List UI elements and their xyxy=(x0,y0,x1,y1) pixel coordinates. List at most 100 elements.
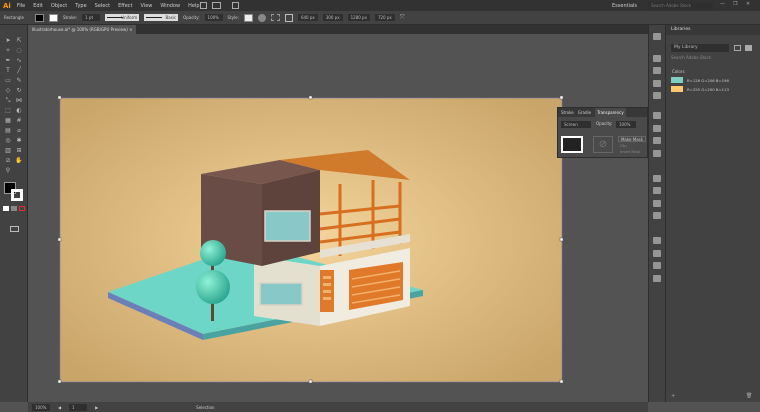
line-tool-icon[interactable]: ╱ xyxy=(15,67,23,74)
pathfinder-panel-icon[interactable] xyxy=(653,200,661,207)
canvas[interactable] xyxy=(28,34,648,402)
menu-help[interactable]: Help xyxy=(188,3,199,9)
rotate-tool-icon[interactable]: ↻ xyxy=(15,87,23,94)
menu-select[interactable]: Select xyxy=(95,3,110,9)
add-content-icon[interactable]: + xyxy=(671,393,675,399)
grid-view-icon[interactable] xyxy=(734,45,741,51)
workspace-switcher[interactable]: Essentials xyxy=(612,3,637,9)
stroke-swatch[interactable] xyxy=(49,13,58,22)
screen-mode-icon[interactable] xyxy=(10,226,19,232)
list-view-icon[interactable] xyxy=(745,45,752,51)
minimize-button[interactable]: — xyxy=(720,1,725,7)
menu-object[interactable]: Object xyxy=(51,3,67,9)
brushes-panel-icon[interactable] xyxy=(653,92,661,99)
eraser-tool-icon[interactable]: ◇ xyxy=(4,87,12,94)
align-panel-icon[interactable] xyxy=(653,187,661,194)
align-icon[interactable] xyxy=(270,14,280,21)
previous-artboard-button[interactable]: ◀ xyxy=(58,405,61,410)
selection-tool-icon[interactable]: ➤ xyxy=(4,37,12,44)
stock-icon[interactable] xyxy=(200,2,207,9)
color-panel-icon[interactable] xyxy=(653,67,661,74)
paragraph-panel-icon[interactable] xyxy=(653,250,661,257)
next-artboard-button[interactable]: ▶ xyxy=(95,405,98,410)
style-swatch[interactable] xyxy=(243,13,253,22)
none-mode-icon[interactable] xyxy=(19,206,25,211)
scale-tool-icon[interactable]: ⤡ xyxy=(4,97,12,104)
gradient-panel-icon[interactable] xyxy=(653,125,661,132)
stroke-weight-input[interactable]: 1 pt xyxy=(82,14,101,21)
restore-button[interactable]: ❐ xyxy=(733,1,737,7)
make-mask-button[interactable]: Make Mask xyxy=(618,136,646,142)
free-transform-icon[interactable]: ⬚ xyxy=(4,107,12,114)
document-tab[interactable]: Illustratorhouse.ai* @ 100% (RGB/GPU Pre… xyxy=(28,25,137,34)
layers-panel-icon[interactable] xyxy=(653,275,661,282)
library-select[interactable]: My Library xyxy=(671,44,729,52)
properties-panel-icon[interactable] xyxy=(653,55,661,62)
gradient-mode-icon[interactable] xyxy=(11,206,17,211)
symbol-sprayer-icon[interactable]: ✱ xyxy=(15,137,23,144)
artboards-panel-icon[interactable] xyxy=(653,212,661,219)
perspective-grid-icon[interactable]: ▦ xyxy=(4,117,12,124)
color-mode-icon[interactable] xyxy=(3,206,9,211)
menu-window[interactable]: Window xyxy=(160,3,180,9)
tab-gradient[interactable]: Gradie xyxy=(578,108,591,117)
shape-builder-icon[interactable]: ◐ xyxy=(15,107,23,114)
height-input[interactable]: 720 px xyxy=(374,14,395,21)
menu-type[interactable]: Type xyxy=(75,3,86,9)
delete-icon[interactable]: 🗑 xyxy=(746,393,752,399)
character-panel-icon[interactable] xyxy=(653,237,661,244)
close-window-button[interactable]: ✕ xyxy=(746,1,750,7)
menu-view[interactable]: View xyxy=(141,3,153,9)
libraries-panel-icon[interactable] xyxy=(653,33,661,40)
brush-select[interactable]: Basic xyxy=(144,14,179,21)
invert-mask-checkbox[interactable]: Invert Mask xyxy=(620,150,640,154)
transparency-opacity-input[interactable]: 100% xyxy=(616,121,636,128)
gradient-tool-icon[interactable]: ▤ xyxy=(4,127,12,134)
stock-search-input[interactable]: Search Adobe Stock xyxy=(648,2,713,9)
recolor-icon[interactable] xyxy=(257,13,266,22)
bridge-icon[interactable] xyxy=(232,2,239,9)
pen-tool-icon[interactable]: ✒ xyxy=(4,57,12,64)
curvature-tool-icon[interactable]: ∿ xyxy=(15,57,23,64)
color-item[interactable]: R=126 G=206 B=196 xyxy=(671,77,729,83)
graph-tool-icon[interactable]: ▥ xyxy=(4,147,12,154)
slice-tool-icon[interactable]: ⧄ xyxy=(4,157,12,164)
reference-point-icon[interactable] xyxy=(284,13,293,22)
swatches-panel-icon[interactable] xyxy=(653,80,661,87)
blend-tool-icon[interactable]: ◎ xyxy=(4,137,12,144)
transform-icon[interactable]: ⤧ xyxy=(400,14,405,22)
stroke-profile-select[interactable]: Uniform xyxy=(105,14,140,21)
stroke-color-box[interactable] xyxy=(11,189,23,201)
eyedropper-icon[interactable]: ⌀ xyxy=(15,127,23,134)
opacity-input[interactable]: 100% xyxy=(204,14,223,21)
hand-tool-icon[interactable]: ✋ xyxy=(15,157,23,164)
tab-stroke[interactable]: Stroke xyxy=(561,108,574,117)
fill-swatch[interactable] xyxy=(35,13,44,22)
colors-section-header[interactable]: Colors xyxy=(672,69,685,74)
object-thumbnail[interactable] xyxy=(561,136,583,153)
arrange-documents-icon[interactable] xyxy=(212,2,221,9)
transparency-panel-icon[interactable] xyxy=(653,137,661,144)
blend-mode-select[interactable]: Screen xyxy=(561,121,591,128)
type-tool-icon[interactable]: T xyxy=(4,67,12,74)
appearance-panel-icon[interactable] xyxy=(653,150,661,157)
artboard-number-input[interactable]: 1 xyxy=(69,403,88,411)
zoom-tool-icon[interactable]: ⚲ xyxy=(4,167,12,174)
transform-panel-icon[interactable] xyxy=(653,175,661,182)
menu-effect[interactable]: Effect xyxy=(118,3,132,9)
direct-selection-tool-icon[interactable]: ⇱ xyxy=(15,37,23,44)
zoom-select[interactable]: 100% xyxy=(32,403,50,411)
close-tab-icon[interactable]: × xyxy=(129,27,132,32)
rectangle-tool-icon[interactable]: ▭ xyxy=(4,77,12,84)
x-input[interactable]: 640 px xyxy=(297,14,318,21)
tab-transparency[interactable]: Transparency xyxy=(595,108,626,117)
opentype-panel-icon[interactable] xyxy=(653,262,661,269)
lasso-icon[interactable]: ◌ xyxy=(15,47,23,54)
artboard-tool-icon[interactable]: ⊞ xyxy=(15,147,23,154)
clip-checkbox[interactable]: Clip xyxy=(620,144,627,148)
stroke-panel-icon[interactable] xyxy=(653,112,661,119)
y-input[interactable]: 300 px xyxy=(322,14,343,21)
width-tool-icon[interactable]: ⋈ xyxy=(15,97,23,104)
library-search-input[interactable]: Search Adobe Stock xyxy=(671,55,711,60)
current-tool-status[interactable]: Selection xyxy=(196,405,214,410)
